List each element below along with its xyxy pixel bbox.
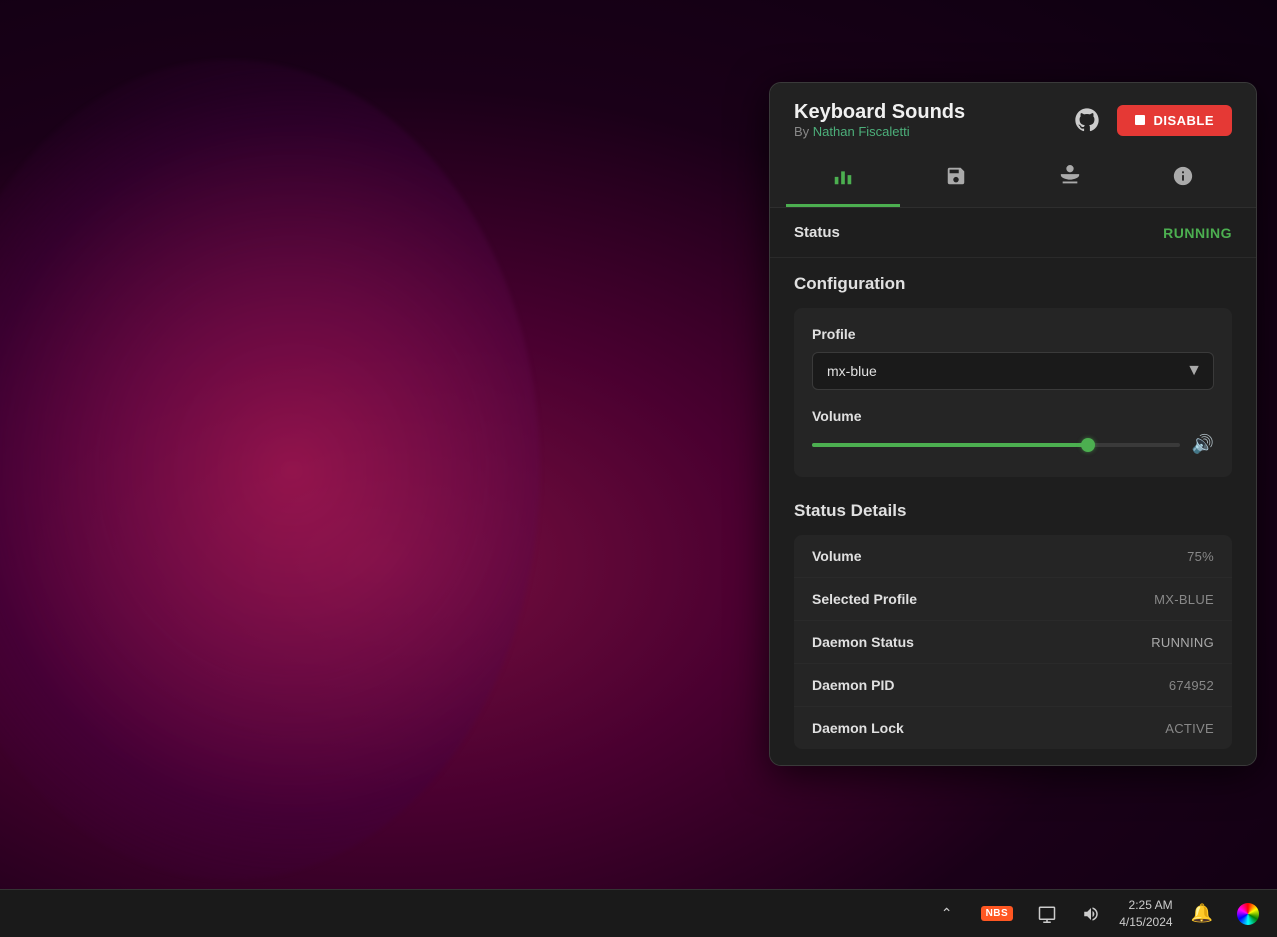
detail-value-volume: 75%: [1187, 549, 1214, 564]
volume-row: 🔊: [812, 434, 1214, 455]
status-row: Status RUNNING: [770, 208, 1256, 258]
display-icon: [1037, 904, 1057, 924]
profile-label: Profile: [812, 326, 1214, 342]
detail-row-daemon-lock: Daemon Lock ACTIVE: [794, 707, 1232, 749]
github-button[interactable]: [1071, 104, 1103, 136]
status-value: RUNNING: [1163, 225, 1232, 241]
taskbar-nbs[interactable]: NBS: [975, 902, 1020, 925]
taskbar-color-ring[interactable]: [1231, 899, 1265, 929]
detail-value-profile: MX-BLUE: [1154, 592, 1214, 607]
panel-header: Keyboard Sounds By Nathan Fiscaletti DIS…: [770, 83, 1256, 153]
detail-row-daemon-status: Daemon Status RUNNING: [794, 621, 1232, 664]
clock-time: 2:25 AM: [1119, 897, 1172, 914]
volume-icon: 🔊: [1192, 434, 1214, 455]
taskbar: ⌃ NBS 2:25 AM 4/15/2024 🔔: [0, 889, 1277, 937]
color-ring-icon: [1237, 903, 1259, 925]
detail-value-daemon-lock: ACTIVE: [1165, 721, 1214, 736]
detail-row-profile: Selected Profile MX-BLUE: [794, 578, 1232, 621]
panel-tabs: [770, 153, 1256, 208]
status-details-card: Volume 75% Selected Profile MX-BLUE Daem…: [794, 535, 1232, 749]
tools-tab-icon: [1059, 165, 1081, 192]
nbs-badge: NBS: [981, 906, 1014, 921]
detail-value-daemon-pid: 674952: [1169, 678, 1214, 693]
panel-title: Keyboard Sounds: [794, 101, 965, 124]
chevron-up-icon: ⌃: [937, 904, 957, 924]
panel-title-block: Keyboard Sounds By Nathan Fiscaletti: [794, 101, 965, 139]
detail-key-daemon-pid: Daemon PID: [812, 677, 894, 693]
profile-select-wrapper: mx-blue mx-brown mx-red typewriter custo…: [812, 352, 1214, 390]
activity-tab-icon: [832, 165, 854, 192]
disable-label: DISABLE: [1153, 113, 1214, 128]
keyboard-sounds-panel: Keyboard Sounds By Nathan Fiscaletti DIS…: [769, 82, 1257, 766]
clock-date: 4/15/2024: [1119, 914, 1172, 931]
tab-info[interactable]: [1127, 153, 1241, 207]
configuration-section: Configuration Profile mx-blue mx-brown m…: [770, 258, 1256, 485]
detail-key-daemon-status: Daemon Status: [812, 634, 914, 650]
status-details-heading: Status Details: [794, 501, 1232, 521]
panel-body: Status RUNNING Configuration Profile mx-…: [770, 208, 1256, 765]
taskbar-chevron-up[interactable]: ⌃: [931, 900, 963, 928]
panel-header-actions: DISABLE: [1071, 104, 1232, 136]
disable-button[interactable]: DISABLE: [1117, 105, 1232, 136]
detail-key-profile: Selected Profile: [812, 591, 917, 607]
detail-row-volume: Volume 75%: [794, 535, 1232, 578]
configuration-card: Profile mx-blue mx-brown mx-red typewrit…: [794, 308, 1232, 477]
bell-icon: 🔔: [1191, 903, 1213, 924]
configuration-heading: Configuration: [794, 274, 1232, 294]
volume-slider[interactable]: [812, 443, 1180, 447]
profile-select[interactable]: mx-blue mx-brown mx-red typewriter custo…: [812, 352, 1214, 390]
author-link[interactable]: Nathan Fiscaletti: [813, 124, 910, 139]
taskbar-volume[interactable]: [1075, 900, 1107, 928]
taskbar-clock[interactable]: 2:25 AM 4/15/2024: [1119, 897, 1172, 931]
volume-slider-thumb[interactable]: [1081, 438, 1095, 452]
detail-value-daemon-status: RUNNING: [1151, 635, 1214, 650]
taskbar-display[interactable]: [1031, 900, 1063, 928]
tab-config[interactable]: [900, 153, 1014, 207]
taskbar-volume-icon: [1081, 904, 1101, 924]
volume-slider-fill: [812, 443, 1088, 447]
volume-label: Volume: [812, 408, 1214, 424]
desktop-orb: [0, 60, 540, 880]
detail-key-daemon-lock: Daemon Lock: [812, 720, 904, 736]
detail-key-volume: Volume: [812, 548, 862, 564]
disable-icon: [1135, 115, 1145, 125]
info-tab-icon: [1172, 165, 1194, 192]
detail-row-daemon-pid: Daemon PID 674952: [794, 664, 1232, 707]
author-prefix: By: [794, 124, 809, 139]
config-tab-icon: [945, 165, 967, 192]
status-details-section: Status Details Volume 75% Selected Profi…: [770, 485, 1256, 765]
tab-tools[interactable]: [1013, 153, 1127, 207]
taskbar-bell[interactable]: 🔔: [1185, 899, 1219, 928]
tab-activity[interactable]: [786, 153, 900, 207]
status-label: Status: [794, 224, 840, 241]
panel-author: By Nathan Fiscaletti: [794, 124, 965, 139]
